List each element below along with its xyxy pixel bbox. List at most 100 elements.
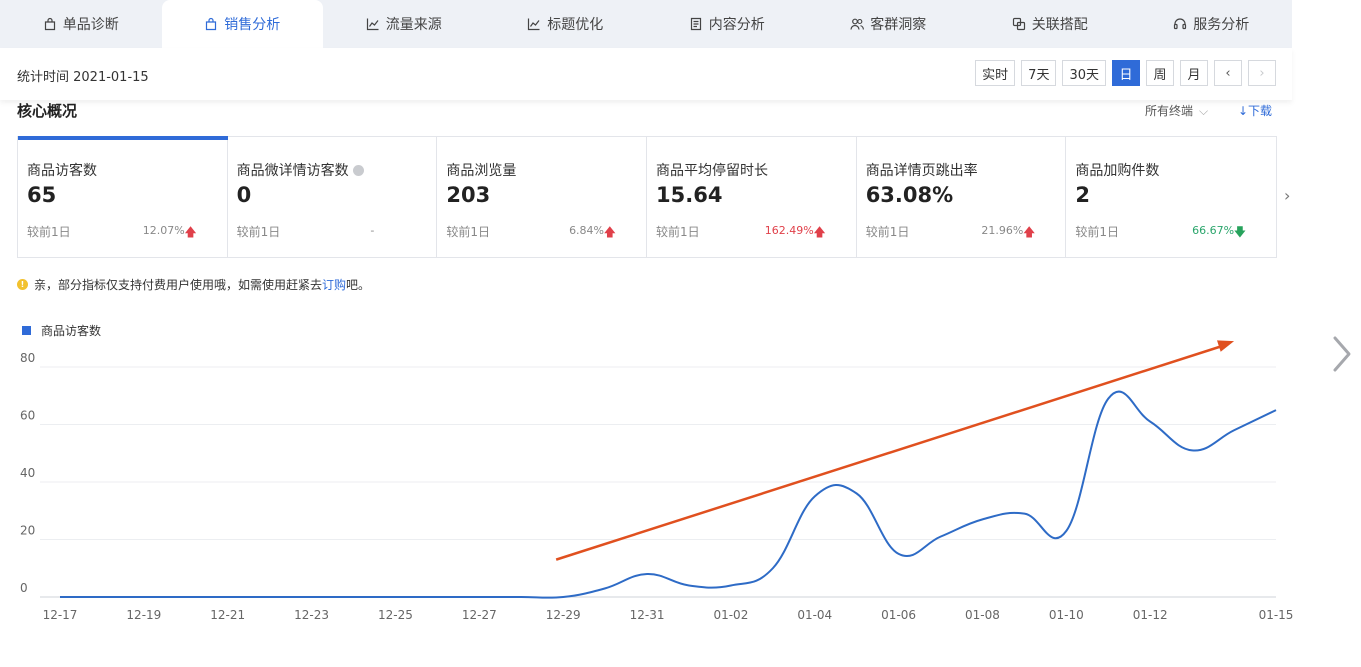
metric-compare-label: 较前1日 (656, 225, 700, 239)
metric-compare-label: 较前1日 (27, 225, 71, 239)
metric-card-1[interactable]: 商品微详情访客数 0 较前1日 - (228, 137, 438, 257)
document-icon (689, 17, 703, 31)
data-point (1107, 398, 1109, 400)
tab-1[interactable]: 销售分析 (161, 0, 323, 48)
info-icon[interactable] (352, 165, 364, 176)
metric-cards: 商品访客数 65 较前1日 12.07% 🡅 商品微详情访客数 0 较前1日 - 商品浏览量 203… (17, 136, 1277, 258)
data-point (436, 596, 438, 598)
metric-card-4[interactable]: 商品详情页跳出率 63.08% 较前1日 21.96% 🡅 (857, 137, 1067, 257)
chevron-down-icon: ⌵ (1199, 104, 1209, 118)
y-tick-label: 20 (20, 524, 35, 538)
terminal-select-label: 所有终端 (1145, 104, 1194, 118)
range-button-2[interactable]: 30天 (1062, 60, 1106, 86)
range-buttons: 实时 7天 30天日周月 ‹ › (975, 60, 1276, 86)
download-link[interactable]: ↓下载 (1238, 102, 1272, 119)
metric-value: 203 (446, 183, 491, 207)
metric-value: 15.64 (656, 183, 723, 207)
data-point (311, 596, 313, 598)
range-button-4[interactable]: 周 (1146, 60, 1174, 86)
tab-0[interactable]: 单品诊断 (0, 0, 162, 48)
trend-arrow-line (555, 342, 1229, 561)
range-button-5[interactable]: 月 (1180, 60, 1208, 86)
arrow-down-icon: 🡇 (1233, 225, 1247, 239)
range-button-3[interactable]: 日 (1112, 60, 1140, 86)
line-chart-icon (527, 17, 541, 31)
tab-6[interactable]: 关联搭配 (969, 0, 1131, 48)
metric-change: 66.67% (1192, 224, 1235, 237)
metric-card-3[interactable]: 商品平均停留时长 15.64 较前1日 162.49% 🡅 (647, 137, 857, 257)
x-tick-label: 12-23 (294, 608, 329, 622)
data-point (1065, 530, 1067, 532)
x-tick-label: 01-06 (881, 608, 916, 622)
data-point (981, 518, 983, 520)
bag-icon (43, 17, 57, 31)
x-tick-label: 01-15 (1259, 608, 1294, 622)
next-page-icon[interactable] (1330, 334, 1354, 378)
y-tick-label: 60 (20, 409, 35, 423)
metric-card-2[interactable]: 商品浏览量 203 较前1日 6.84% 🡅 (437, 137, 648, 257)
tab-7[interactable]: 服务分析 (1131, 0, 1293, 48)
metric-value: 63.08% (865, 183, 954, 207)
chart-legend[interactable]: 商品访客数 (22, 322, 101, 339)
x-tick-label: 01-04 (797, 608, 832, 622)
metric-change: 162.49% (764, 224, 814, 237)
x-tick-label: 01-10 (1049, 608, 1084, 622)
tab-4[interactable]: 内容分析 (646, 0, 808, 48)
tab-label: 销售分析 (224, 17, 281, 33)
data-point (478, 596, 480, 598)
x-tick-label: 12-17 (43, 608, 78, 622)
notice-text: 亲，部分指标仅支持付费用户使用哦，如需使用赶紧去 (34, 278, 323, 292)
core-overview-title: 核心概况 (17, 102, 78, 120)
x-tick-label: 12-29 (546, 608, 581, 622)
visitors-line-chart: 0 20 40 60 80 12-17 12-19 12-21 12-23 12-25 12-27 1… (20, 340, 1294, 622)
data-point (185, 596, 187, 598)
data-point (1149, 421, 1151, 423)
metric-change: 21.96% (981, 224, 1024, 237)
stat-time: 统计时间 2021-01-15 (17, 70, 149, 85)
data-point (688, 585, 690, 587)
legend-label: 商品访客数 (41, 324, 102, 338)
range-button-0[interactable]: 实时 (975, 60, 1016, 86)
metric-compare-label: 较前1日 (865, 225, 910, 239)
users-icon (850, 17, 865, 31)
y-tick-label: 0 (20, 581, 28, 595)
line-chart-icon (366, 17, 380, 31)
x-tick-label: 12-27 (462, 608, 497, 622)
order-link[interactable]: 订购 (322, 276, 346, 293)
cards-next-icon[interactable]: › (1284, 186, 1290, 205)
data-point (1275, 409, 1277, 411)
legend-swatch (22, 326, 31, 335)
x-tick-label: 12-21 (210, 608, 245, 622)
metric-card-0[interactable]: 商品访客数 65 较前1日 12.07% 🡅 (18, 136, 228, 257)
tab-label: 关联搭配 (1031, 17, 1088, 33)
arrow-up-icon: 🡅 (603, 225, 617, 239)
y-tick-label: 40 (20, 466, 35, 480)
metric-label: 商品平均停留时长 (656, 163, 769, 179)
metric-value: 65 (27, 183, 57, 207)
warning-icon: ! (17, 279, 28, 290)
data-point (940, 536, 942, 538)
arrow-up-icon: 🡅 (184, 225, 197, 239)
metric-change: 12.07% (142, 224, 185, 237)
data-point (1023, 513, 1025, 515)
tab-3[interactable]: 标题优化 (485, 0, 647, 48)
metric-compare-label: 较前1日 (236, 225, 281, 239)
range-button-1[interactable]: 7天 (1021, 60, 1057, 86)
chevron-right-icon[interactable]: › (1248, 60, 1276, 86)
data-point (562, 596, 564, 598)
metric-change: 6.84% (569, 224, 605, 237)
chevron-left-icon[interactable]: ‹ (1214, 60, 1242, 86)
paid-notice: ! 亲，部分指标仅支持付费用户使用哦，如需使用赶紧去 订购 吧。 (17, 276, 370, 293)
terminal-select[interactable]: 所有终端 ⌵ (1145, 102, 1208, 119)
time-bar: 统计时间 2021-01-15 实时 7天 30天日周月 ‹ › (0, 48, 1292, 100)
y-tick-label: 80 (20, 351, 35, 365)
data-point (898, 553, 900, 555)
metric-value: 2 (1075, 183, 1090, 207)
metric-card-5[interactable]: 商品加购件数 2 较前1日 66.67% 🡇 (1066, 137, 1276, 257)
tab-5[interactable]: 客群洞察 (808, 0, 970, 48)
data-point (59, 596, 61, 598)
metric-change: - (370, 224, 375, 237)
data-point (772, 567, 774, 569)
tab-2[interactable]: 流量来源 (323, 0, 485, 48)
data-point (814, 495, 816, 497)
